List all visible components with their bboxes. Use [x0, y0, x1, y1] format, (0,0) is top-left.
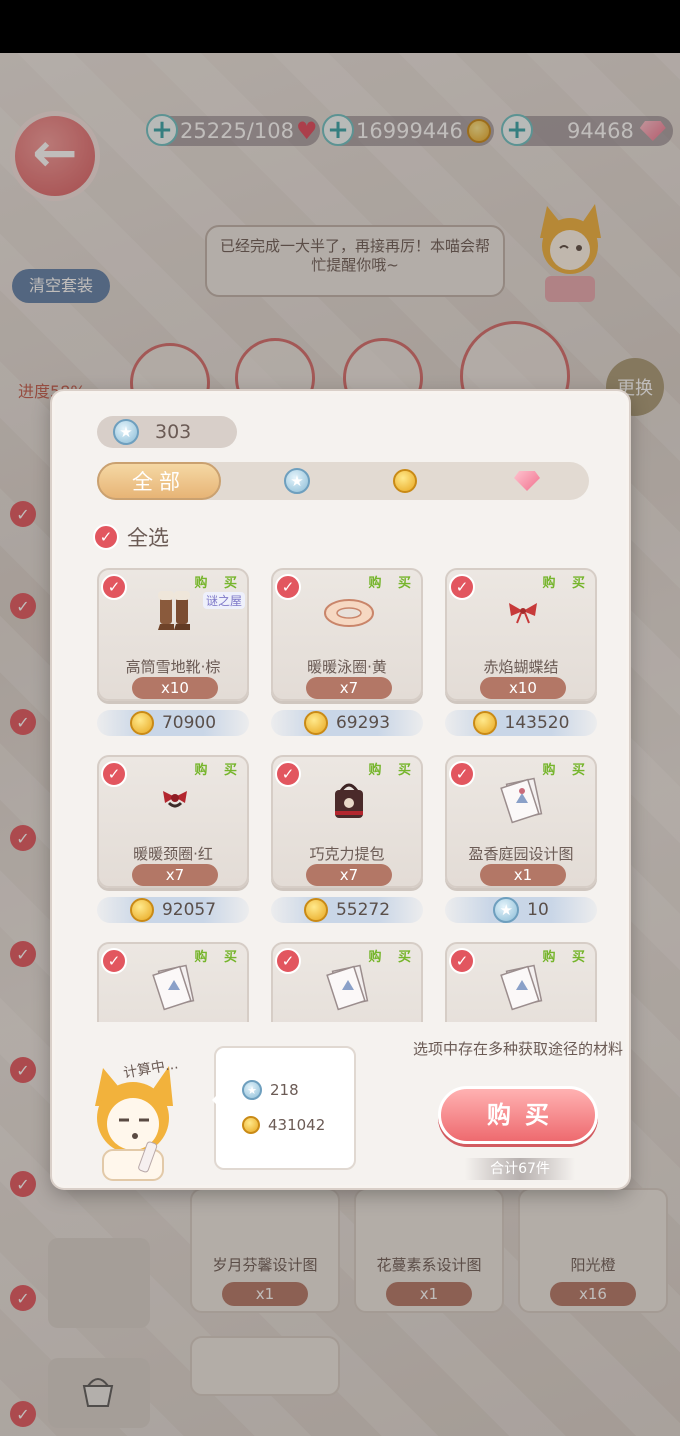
tab-star[interactable]: ★	[247, 462, 347, 500]
item-quantity: x10	[480, 677, 566, 699]
handbag-icon	[319, 775, 379, 825]
price-tag: 55272	[271, 897, 423, 923]
coin-icon	[303, 898, 328, 922]
item-check-icon[interactable]: ✓	[449, 761, 475, 787]
item-card[interactable]: ✓ 购 买	[445, 942, 597, 1022]
price-value: 143520	[504, 713, 570, 733]
coin-icon	[303, 711, 328, 735]
select-all-toggle[interactable]: ✓ 全选	[93, 522, 169, 552]
blueprint-icon	[493, 962, 553, 1012]
price-tag: 143520	[445, 710, 597, 736]
item-check-icon[interactable]: ✓	[101, 948, 127, 974]
blueprint-icon	[145, 962, 205, 1012]
item-check-icon[interactable]: ✓	[101, 761, 127, 787]
item-name: 暖暖颈圈·红	[133, 845, 213, 863]
cost-summary-bubble: ★ 218 431042	[212, 1046, 356, 1170]
coin-cost-row: 431042	[242, 1116, 325, 1134]
item-card[interactable]: ✓ 购 买 谜之屋 高筒雪地靴·棕 x10	[97, 568, 249, 701]
purchase-modal: ★ 303 全部 ★ ✓ 全选 ✓ 购 买 谜之屋 高筒雪地靴·棕 x10 ✓ …	[52, 391, 629, 1188]
bow-icon	[493, 588, 553, 638]
coin-icon	[129, 898, 154, 922]
price-value: 92057	[161, 900, 217, 920]
star-count-value: 303	[155, 421, 192, 443]
item-card[interactable]: ✓ 购 买 暖暖泳圈·黄 x7	[271, 568, 423, 701]
item-card[interactable]: ✓ 购 买 盈香庭园设计图 x1	[445, 755, 597, 888]
tab-all[interactable]: 全部	[97, 462, 221, 500]
collar-icon	[145, 775, 205, 825]
price-value: 69293	[335, 713, 391, 733]
star-coin-icon: ★	[284, 468, 310, 494]
coin-icon	[472, 711, 497, 735]
coin-icon	[242, 1116, 260, 1134]
price-value: 10	[527, 900, 549, 920]
price-value: 70900	[161, 713, 217, 733]
check-icon: ✓	[93, 524, 119, 550]
blueprint-icon	[493, 775, 553, 825]
star-coin-icon: ★	[113, 419, 139, 445]
tab-gem[interactable]	[477, 462, 577, 500]
tab-coin[interactable]	[355, 462, 455, 500]
item-grid[interactable]: ✓ 购 买 谜之屋 高筒雪地靴·棕 x10 ✓ 购 买 暖暖泳圈·黄 x7 ✓ …	[95, 564, 599, 1022]
item-check-icon[interactable]: ✓	[275, 948, 301, 974]
star-coin-icon: ★	[242, 1080, 262, 1100]
item-name: 暖暖泳圈·黄	[307, 658, 387, 676]
star-coin-icon: ★	[493, 897, 520, 923]
item-quantity: x7	[132, 864, 218, 886]
item-check-icon[interactable]: ✓	[101, 574, 127, 600]
price-tag: ★ 10	[445, 897, 597, 923]
price-tag: 92057	[97, 897, 249, 923]
acquisition-note: 选项中存在多种获取途径的材料	[412, 1040, 623, 1058]
item-name: 盈香庭园设计图	[468, 845, 574, 863]
coin-icon	[129, 711, 154, 735]
currency-filter-tabs: 全部 ★	[97, 462, 589, 500]
gem-icon	[514, 471, 540, 491]
item-quantity: x7	[306, 677, 392, 699]
select-all-label: 全选	[127, 526, 169, 550]
item-card[interactable]: ✓ 购 买 暖暖颈圈·红 x7	[97, 755, 249, 888]
item-card[interactable]: ✓ 购 买 赤焰蝴蝶结 x10	[445, 568, 597, 701]
item-check-icon[interactable]: ✓	[449, 948, 475, 974]
mystery-shop-tag: 谜之屋	[202, 592, 245, 609]
star-count-pill: ★ 303	[97, 416, 237, 448]
coin-cost-value: 431042	[268, 1116, 326, 1134]
item-check-icon[interactable]: ✓	[449, 574, 475, 600]
blueprint-icon	[319, 962, 379, 1012]
item-quantity: x1	[480, 864, 566, 886]
boots-icon	[145, 588, 205, 638]
total-count: 合计67件	[465, 1158, 575, 1180]
star-cost-value: 218	[270, 1081, 299, 1099]
item-name: 高筒雪地靴·棕	[125, 658, 221, 676]
star-cost-row: ★ 218	[242, 1080, 299, 1100]
item-quantity: x10	[132, 677, 218, 699]
item-quantity: x7	[306, 864, 392, 886]
item-check-icon[interactable]: ✓	[275, 574, 301, 600]
item-card[interactable]: ✓ 购 买	[271, 942, 423, 1022]
coin-icon	[393, 469, 417, 493]
item-check-icon[interactable]: ✓	[275, 761, 301, 787]
price-tag: 69293	[271, 710, 423, 736]
item-card[interactable]: ✓ 购 买 巧克力提包 x7	[271, 755, 423, 888]
item-name: 赤焰蝴蝶结	[483, 658, 559, 676]
buy-button[interactable]: 购买	[438, 1086, 598, 1144]
price-tag: 70900	[97, 710, 249, 736]
item-card[interactable]: ✓ 购 买	[97, 942, 249, 1022]
swim-ring-icon	[319, 588, 379, 638]
price-value: 55272	[335, 900, 391, 920]
item-name: 巧克力提包	[309, 845, 385, 863]
